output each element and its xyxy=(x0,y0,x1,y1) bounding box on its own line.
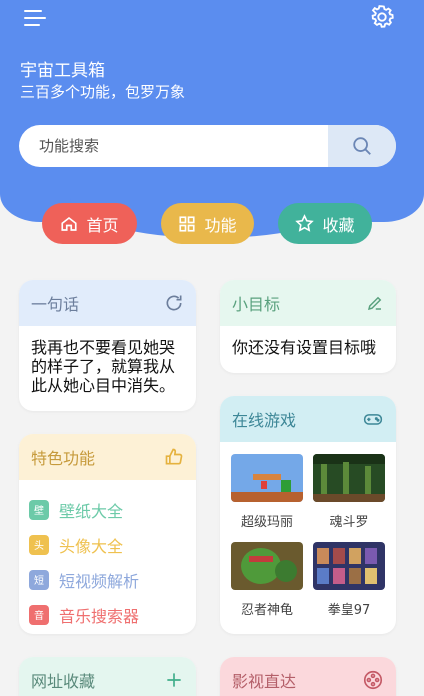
quote-text: 我再也不要看见她哭的样子了，就算我从此从她心目中消失。 xyxy=(31,338,176,395)
menu-button[interactable] xyxy=(22,6,48,30)
url-card-title: 网址收藏 xyxy=(31,672,96,691)
goal-card-header: 小目标 xyxy=(220,280,396,326)
header-banner xyxy=(0,0,424,238)
goal-text: 你还没有设置目标哦 xyxy=(232,338,377,357)
games-card: 在线游戏 超级玛丽 魂斗罗 忍者神龟 拳皇97 xyxy=(220,396,396,634)
feature-music-search[interactable]: 音 音乐搜索器 xyxy=(29,597,186,632)
quote-card: 一句话 我再也不要看见她哭的样子了，就算我从此从她心目中消失。 xyxy=(19,280,196,411)
nav-favorites[interactable]: 收藏 xyxy=(278,203,372,244)
plus-icon[interactable] xyxy=(164,670,184,690)
movie-card: 影视直达 xyxy=(220,657,396,696)
game-super-mario[interactable]: 超级玛丽 xyxy=(231,454,303,530)
app-title: 宇宙工具箱 xyxy=(20,61,105,81)
game-label: 魂斗罗 xyxy=(329,515,369,530)
home-icon xyxy=(61,216,78,231)
feature-video-parser[interactable]: 短 短视频解析 xyxy=(29,562,186,597)
nav-functions-label: 功能 xyxy=(204,215,237,235)
feature-wallpapers[interactable]: 壁 壁纸大全 xyxy=(29,492,186,527)
feature-badge: 壁 xyxy=(29,499,49,520)
refresh-icon[interactable] xyxy=(164,293,184,313)
settings-button[interactable] xyxy=(368,3,396,31)
game-label: 拳皇97 xyxy=(327,603,371,618)
quote-card-header: 一句话 xyxy=(19,280,196,326)
edit-icon[interactable] xyxy=(366,294,384,312)
nav-functions[interactable]: 功能 xyxy=(161,203,254,244)
games-card-header: 在线游戏 xyxy=(220,396,396,442)
star-icon xyxy=(295,214,315,232)
features-card: 特色功能 壁 壁纸大全 头 头像大全 短 短视频解析 音 音乐搜索器 xyxy=(19,434,196,634)
menu-icon xyxy=(24,10,42,12)
game-contra[interactable]: 魂斗罗 xyxy=(313,454,385,530)
search-icon xyxy=(353,137,371,155)
quote-card-title: 一句话 xyxy=(31,295,80,314)
game-label: 超级玛丽 xyxy=(240,515,293,530)
thumbs-up-icon[interactable] xyxy=(164,447,184,467)
gamepad-icon[interactable] xyxy=(362,409,384,429)
feature-badge: 短 xyxy=(29,569,49,590)
games-card-title: 在线游戏 xyxy=(232,411,297,430)
features-card-header: 特色功能 xyxy=(19,434,196,480)
game-thumbnail xyxy=(313,454,385,502)
movie-card-title: 影视直达 xyxy=(232,672,297,691)
search-bar xyxy=(19,125,396,167)
game-thumbnail xyxy=(231,542,303,590)
game-label: 忍者神龟 xyxy=(240,603,293,618)
game-thumbnail xyxy=(313,542,385,590)
nav-favorites-label: 收藏 xyxy=(322,215,355,235)
goal-card-title: 小目标 xyxy=(232,295,281,314)
film-reel-icon[interactable] xyxy=(362,669,384,691)
nav-home[interactable]: 首页 xyxy=(42,203,137,244)
search-input[interactable] xyxy=(19,125,329,167)
nav-home-label: 首页 xyxy=(86,215,119,235)
feature-avatars[interactable]: 头 头像大全 xyxy=(29,527,186,562)
movie-card-header: 影视直达 xyxy=(220,657,396,696)
feature-label: 头像大全 xyxy=(59,536,124,556)
feature-badge: 音 xyxy=(29,604,49,625)
gear-icon xyxy=(371,5,394,28)
goal-card: 小目标 你还没有设置目标哦 xyxy=(220,280,396,373)
grid-icon xyxy=(179,215,196,232)
feature-badge: 头 xyxy=(29,534,49,555)
url-favorites-card: 网址收藏 xyxy=(19,657,196,696)
url-card-header: 网址收藏 xyxy=(19,657,196,696)
feature-label: 短视频解析 xyxy=(59,571,140,591)
search-button[interactable] xyxy=(328,125,396,167)
app-subtitle: 三百多个功能，包罗万象 xyxy=(20,83,186,101)
game-kof97[interactable]: 拳皇97 xyxy=(313,542,385,618)
feature-label: 音乐搜索器 xyxy=(59,606,140,626)
game-thumbnail xyxy=(231,454,303,502)
features-card-title: 特色功能 xyxy=(31,449,96,468)
game-ninja-turtles[interactable]: 忍者神龟 xyxy=(231,542,303,618)
feature-label: 壁纸大全 xyxy=(59,501,124,521)
